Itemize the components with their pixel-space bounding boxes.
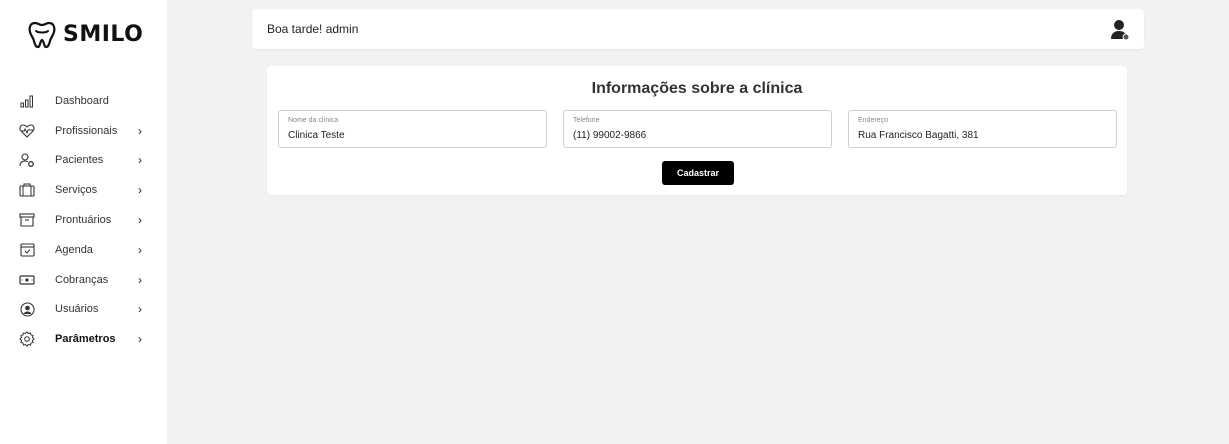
logo-text: SMILO bbox=[63, 21, 144, 47]
chevron-right-icon: › bbox=[138, 123, 142, 138]
sidebar-item-agenda[interactable]: Agenda › bbox=[0, 235, 167, 265]
sidebar-item-cobrancas[interactable]: Cobranças › bbox=[0, 265, 167, 295]
sidebar-item-label: Serviços bbox=[55, 184, 98, 197]
sidebar-nav: Dashboard Profissionais › Pacientes › Se… bbox=[0, 86, 167, 354]
tooth-logo-icon bbox=[28, 21, 56, 49]
user-avatar-icon[interactable] bbox=[1110, 19, 1130, 41]
chevron-right-icon: › bbox=[138, 213, 142, 228]
field-label: Endereço bbox=[858, 117, 888, 124]
chevron-right-icon: › bbox=[138, 183, 142, 198]
sidebar-item-label: Profissionais bbox=[55, 124, 118, 137]
submit-button[interactable]: Cadastrar bbox=[662, 161, 734, 185]
clinic-name-field[interactable]: Nome da clínica bbox=[278, 110, 547, 148]
chevron-right-icon: › bbox=[138, 153, 142, 168]
user-circle-icon bbox=[19, 301, 35, 317]
top-header: Boa tarde! admin bbox=[252, 9, 1144, 49]
user-settings-icon bbox=[19, 152, 35, 168]
sidebar-item-label: Prontuários bbox=[55, 214, 112, 227]
chevron-right-icon: › bbox=[138, 302, 142, 317]
clinic-info-card: Informações sobre a clínica Nome da clín… bbox=[267, 66, 1127, 195]
sidebar: SMILO Dashboard Profissionais › Paciente… bbox=[0, 0, 167, 444]
sidebar-item-label: Usuários bbox=[55, 303, 99, 316]
clinic-name-input[interactable] bbox=[288, 130, 538, 141]
bar-chart-icon bbox=[19, 93, 35, 109]
sidebar-item-label: Agenda bbox=[55, 243, 93, 256]
phone-field[interactable]: Telefone bbox=[563, 110, 832, 148]
money-icon bbox=[19, 272, 35, 288]
sidebar-item-label: Cobranças bbox=[55, 273, 109, 286]
sidebar-item-usuarios[interactable]: Usuários › bbox=[0, 295, 167, 325]
address-field[interactable]: Endereço bbox=[848, 110, 1117, 148]
sidebar-item-label: Parâmetros bbox=[55, 333, 116, 346]
sidebar-item-profissionais[interactable]: Profissionais › bbox=[0, 116, 167, 146]
briefcase-icon bbox=[19, 182, 35, 198]
phone-input[interactable] bbox=[573, 130, 823, 141]
archive-icon bbox=[19, 212, 35, 228]
calendar-check-icon bbox=[19, 242, 35, 258]
heart-pulse-icon bbox=[19, 123, 35, 139]
sidebar-item-prontuarios[interactable]: Prontuários › bbox=[0, 205, 167, 235]
sidebar-item-servicos[interactable]: Serviços › bbox=[0, 175, 167, 205]
sidebar-item-label: Dashboard bbox=[55, 94, 109, 107]
field-label: Telefone bbox=[573, 117, 600, 124]
sidebar-item-label: Pacientes bbox=[55, 154, 104, 167]
logo[interactable]: SMILO bbox=[27, 19, 143, 49]
gear-icon bbox=[19, 331, 35, 347]
field-label: Nome da clínica bbox=[288, 117, 339, 124]
greeting-text: Boa tarde! admin bbox=[267, 22, 359, 36]
sidebar-item-parametros[interactable]: Parâmetros › bbox=[0, 324, 167, 354]
address-input[interactable] bbox=[858, 130, 1108, 141]
chevron-right-icon: › bbox=[138, 242, 142, 257]
page-title: Informações sobre a clínica bbox=[591, 80, 803, 97]
chevron-right-icon: › bbox=[138, 332, 142, 347]
sidebar-item-dashboard[interactable]: Dashboard bbox=[0, 86, 167, 116]
chevron-right-icon: › bbox=[138, 272, 142, 287]
sidebar-item-pacientes[interactable]: Pacientes › bbox=[0, 146, 167, 176]
